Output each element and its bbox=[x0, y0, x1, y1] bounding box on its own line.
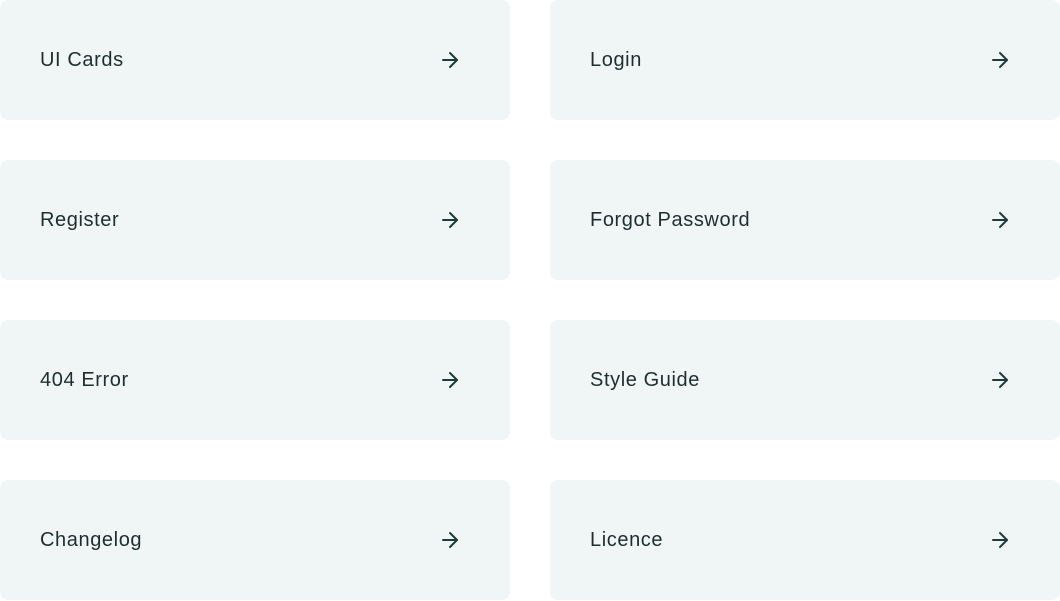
arrow-right-icon bbox=[440, 210, 460, 230]
card-login[interactable]: Login bbox=[550, 0, 1060, 120]
card-label: 404 Error bbox=[40, 368, 129, 391]
arrow-right-icon bbox=[990, 50, 1010, 70]
arrow-right-icon bbox=[990, 370, 1010, 390]
arrow-right-icon bbox=[440, 370, 460, 390]
card-label: Forgot Password bbox=[590, 208, 751, 231]
arrow-right-icon bbox=[440, 50, 460, 70]
arrow-right-icon bbox=[990, 530, 1010, 550]
arrow-right-icon bbox=[990, 210, 1010, 230]
card-label: Changelog bbox=[40, 528, 143, 551]
card-licence[interactable]: Licence bbox=[550, 480, 1060, 600]
card-ui-cards[interactable]: UI Cards bbox=[0, 0, 510, 120]
arrow-right-icon bbox=[440, 530, 460, 550]
page-links-grid: UI Cards Login Register Forgot Password … bbox=[0, 0, 1060, 601]
card-label: Licence bbox=[590, 528, 664, 551]
card-label: Style Guide bbox=[590, 368, 700, 391]
card-register[interactable]: Register bbox=[0, 160, 510, 280]
card-404-error[interactable]: 404 Error bbox=[0, 320, 510, 440]
card-label: Login bbox=[590, 48, 642, 71]
card-changelog[interactable]: Changelog bbox=[0, 480, 510, 600]
card-forgot-password[interactable]: Forgot Password bbox=[550, 160, 1060, 280]
card-label: Register bbox=[40, 208, 120, 231]
card-style-guide[interactable]: Style Guide bbox=[550, 320, 1060, 440]
card-label: UI Cards bbox=[40, 48, 124, 71]
